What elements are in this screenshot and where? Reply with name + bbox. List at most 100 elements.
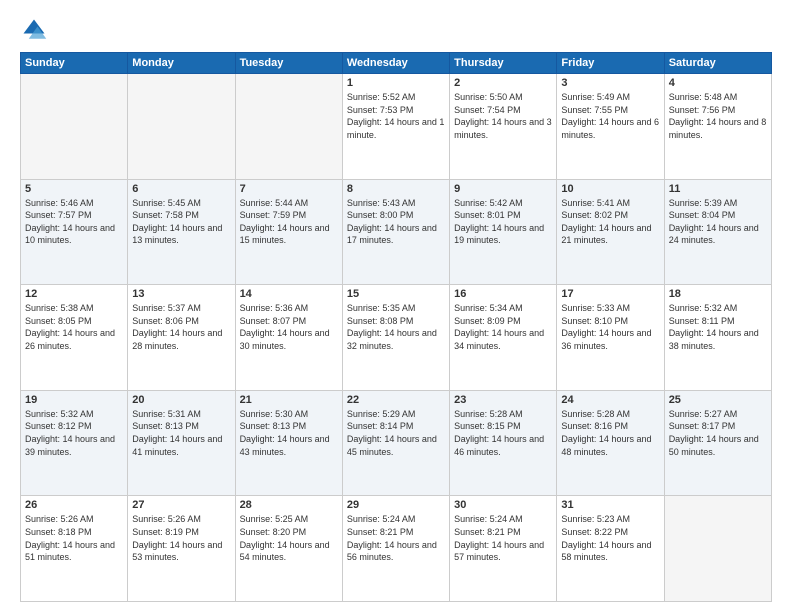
calendar-cell: 25 Sunrise: 5:27 AMSunset: 8:17 PMDayligh… bbox=[664, 390, 771, 496]
calendar-cell: 5 Sunrise: 5:46 AMSunset: 7:57 PMDaylight… bbox=[21, 179, 128, 285]
day-number: 16 bbox=[454, 288, 552, 300]
calendar-cell: 15 Sunrise: 5:35 AMSunset: 8:08 PMDayligh… bbox=[342, 285, 449, 391]
day-info: Sunrise: 5:23 AMSunset: 8:22 PMDaylight:… bbox=[561, 513, 659, 563]
day-info: Sunrise: 5:48 AMSunset: 7:56 PMDaylight:… bbox=[669, 91, 767, 141]
day-info: Sunrise: 5:24 AMSunset: 8:21 PMDaylight:… bbox=[347, 513, 445, 563]
calendar-week-2: 5 Sunrise: 5:46 AMSunset: 7:57 PMDaylight… bbox=[21, 179, 772, 285]
calendar-cell: 11 Sunrise: 5:39 AMSunset: 8:04 PMDayligh… bbox=[664, 179, 771, 285]
day-info: Sunrise: 5:27 AMSunset: 8:17 PMDaylight:… bbox=[669, 408, 767, 458]
day-number: 2 bbox=[454, 77, 552, 89]
day-number: 26 bbox=[25, 499, 123, 511]
calendar-cell: 29 Sunrise: 5:24 AMSunset: 8:21 PMDayligh… bbox=[342, 496, 449, 602]
calendar-cell: 12Sunrise: 5:38 AMSunset: 8:05 PMDayligh… bbox=[21, 285, 128, 391]
day-number: 9 bbox=[454, 183, 552, 195]
day-number: 3 bbox=[561, 77, 659, 89]
calendar-week-5: 26 Sunrise: 5:26 AMSunset: 8:18 PMDayligh… bbox=[21, 496, 772, 602]
day-number: 21 bbox=[240, 394, 338, 406]
day-number: 15 bbox=[347, 288, 445, 300]
calendar-cell: 4 Sunrise: 5:48 AMSunset: 7:56 PMDaylight… bbox=[664, 74, 771, 180]
day-info: Sunrise: 5:41 AMSunset: 8:02 PMDaylight:… bbox=[561, 197, 659, 247]
calendar-cell: 28Sunrise: 5:25 AMSunset: 8:20 PMDayligh… bbox=[235, 496, 342, 602]
day-number: 25 bbox=[669, 394, 767, 406]
weekday-header-saturday: Saturday bbox=[664, 53, 771, 74]
day-number: 10 bbox=[561, 183, 659, 195]
calendar-table: SundayMondayTuesdayWednesdayThursdayFrid… bbox=[20, 52, 772, 602]
day-number: 23 bbox=[454, 394, 552, 406]
day-info: Sunrise: 5:28 AMSunset: 8:16 PMDaylight:… bbox=[561, 408, 659, 458]
day-info: Sunrise: 5:26 AMSunset: 8:18 PMDaylight:… bbox=[25, 513, 123, 563]
day-info: Sunrise: 5:34 AMSunset: 8:09 PMDaylight:… bbox=[454, 302, 552, 352]
header bbox=[20, 16, 772, 44]
day-info: Sunrise: 5:28 AMSunset: 8:15 PMDaylight:… bbox=[454, 408, 552, 458]
day-number: 19 bbox=[25, 394, 123, 406]
day-info: Sunrise: 5:35 AMSunset: 8:08 PMDaylight:… bbox=[347, 302, 445, 352]
weekday-header-row: SundayMondayTuesdayWednesdayThursdayFrid… bbox=[21, 53, 772, 74]
day-number: 27 bbox=[132, 499, 230, 511]
day-info: Sunrise: 5:39 AMSunset: 8:04 PMDaylight:… bbox=[669, 197, 767, 247]
calendar-cell: 1 Sunrise: 5:52 AMSunset: 7:53 PMDaylight… bbox=[342, 74, 449, 180]
weekday-header-thursday: Thursday bbox=[450, 53, 557, 74]
day-number: 22 bbox=[347, 394, 445, 406]
day-number: 18 bbox=[669, 288, 767, 300]
day-number: 30 bbox=[454, 499, 552, 511]
day-number: 1 bbox=[347, 77, 445, 89]
day-number: 4 bbox=[669, 77, 767, 89]
weekday-header-sunday: Sunday bbox=[21, 53, 128, 74]
day-info: Sunrise: 5:50 AMSunset: 7:54 PMDaylight:… bbox=[454, 91, 552, 141]
calendar-cell: 2 Sunrise: 5:50 AMSunset: 7:54 PMDaylight… bbox=[450, 74, 557, 180]
day-number: 20 bbox=[132, 394, 230, 406]
day-info: Sunrise: 5:49 AMSunset: 7:55 PMDaylight:… bbox=[561, 91, 659, 141]
calendar-week-4: 19 Sunrise: 5:32 AMSunset: 8:12 PMDayligh… bbox=[21, 390, 772, 496]
logo-icon bbox=[20, 16, 48, 44]
weekday-header-friday: Friday bbox=[557, 53, 664, 74]
calendar-cell: 14 Sunrise: 5:36 AMSunset: 8:07 PMDayligh… bbox=[235, 285, 342, 391]
weekday-header-wednesday: Wednesday bbox=[342, 53, 449, 74]
calendar-cell: 3 Sunrise: 5:49 AMSunset: 7:55 PMDaylight… bbox=[557, 74, 664, 180]
day-info: Sunrise: 5:37 AMSunset: 8:06 PMDaylight:… bbox=[132, 302, 230, 352]
calendar-cell: 18 Sunrise: 5:32 AMSunset: 8:11 PMDayligh… bbox=[664, 285, 771, 391]
day-info: Sunrise: 5:36 AMSunset: 8:07 PMDaylight:… bbox=[240, 302, 338, 352]
calendar-cell: 8 Sunrise: 5:43 AMSunset: 8:00 PMDaylight… bbox=[342, 179, 449, 285]
day-number: 29 bbox=[347, 499, 445, 511]
day-info: Sunrise: 5:52 AMSunset: 7:53 PMDaylight:… bbox=[347, 91, 445, 141]
calendar-cell: 26 Sunrise: 5:26 AMSunset: 8:18 PMDayligh… bbox=[21, 496, 128, 602]
calendar-cell: 22 Sunrise: 5:29 AMSunset: 8:14 PMDayligh… bbox=[342, 390, 449, 496]
weekday-header-monday: Monday bbox=[128, 53, 235, 74]
day-info: Sunrise: 5:32 AMSunset: 8:11 PMDaylight:… bbox=[669, 302, 767, 352]
calendar-cell: 7 Sunrise: 5:44 AMSunset: 7:59 PMDaylight… bbox=[235, 179, 342, 285]
day-info: Sunrise: 5:43 AMSunset: 8:00 PMDaylight:… bbox=[347, 197, 445, 247]
day-info: Sunrise: 5:32 AMSunset: 8:12 PMDaylight:… bbox=[25, 408, 123, 458]
day-info: Sunrise: 5:25 AMSunset: 8:20 PMDaylight:… bbox=[240, 513, 338, 563]
day-info: Sunrise: 5:42 AMSunset: 8:01 PMDaylight:… bbox=[454, 197, 552, 247]
day-info: Sunrise: 5:24 AMSunset: 8:21 PMDaylight:… bbox=[454, 513, 552, 563]
calendar-cell: 10 Sunrise: 5:41 AMSunset: 8:02 PMDayligh… bbox=[557, 179, 664, 285]
calendar-cell: 24 Sunrise: 5:28 AMSunset: 8:16 PMDayligh… bbox=[557, 390, 664, 496]
calendar-cell: 6Sunrise: 5:45 AMSunset: 7:58 PMDaylight… bbox=[128, 179, 235, 285]
day-number: 11 bbox=[669, 183, 767, 195]
calendar-cell: 27 Sunrise: 5:26 AMSunset: 8:19 PMDayligh… bbox=[128, 496, 235, 602]
calendar-cell: 30 Sunrise: 5:24 AMSunset: 8:21 PMDayligh… bbox=[450, 496, 557, 602]
day-number: 8 bbox=[347, 183, 445, 195]
day-number: 14 bbox=[240, 288, 338, 300]
day-info: Sunrise: 5:31 AMSunset: 8:13 PMDaylight:… bbox=[132, 408, 230, 458]
calendar-cell: 16 Sunrise: 5:34 AMSunset: 8:09 PMDayligh… bbox=[450, 285, 557, 391]
day-info: Sunrise: 5:30 AMSunset: 8:13 PMDaylight:… bbox=[240, 408, 338, 458]
calendar-cell bbox=[664, 496, 771, 602]
calendar-cell bbox=[21, 74, 128, 180]
day-number: 7 bbox=[240, 183, 338, 195]
calendar-cell: 20 Sunrise: 5:31 AMSunset: 8:13 PMDayligh… bbox=[128, 390, 235, 496]
day-number: 24 bbox=[561, 394, 659, 406]
page: SundayMondayTuesdayWednesdayThursdayFrid… bbox=[0, 0, 792, 612]
calendar-cell bbox=[128, 74, 235, 180]
day-info: Sunrise: 5:44 AMSunset: 7:59 PMDaylight:… bbox=[240, 197, 338, 247]
day-info: Sunrise: 5:29 AMSunset: 8:14 PMDaylight:… bbox=[347, 408, 445, 458]
logo bbox=[20, 16, 52, 44]
day-number: 17 bbox=[561, 288, 659, 300]
calendar-cell: 17Sunrise: 5:33 AMSunset: 8:10 PMDayligh… bbox=[557, 285, 664, 391]
day-info: Sunrise: 5:45 AMSunset: 7:58 PMDaylight:… bbox=[132, 197, 230, 247]
day-number: 31 bbox=[561, 499, 659, 511]
day-info: Sunrise: 5:46 AMSunset: 7:57 PMDaylight:… bbox=[25, 197, 123, 247]
day-info: Sunrise: 5:26 AMSunset: 8:19 PMDaylight:… bbox=[132, 513, 230, 563]
day-number: 5 bbox=[25, 183, 123, 195]
day-info: Sunrise: 5:38 AMSunset: 8:05 PMDaylight:… bbox=[25, 302, 123, 352]
